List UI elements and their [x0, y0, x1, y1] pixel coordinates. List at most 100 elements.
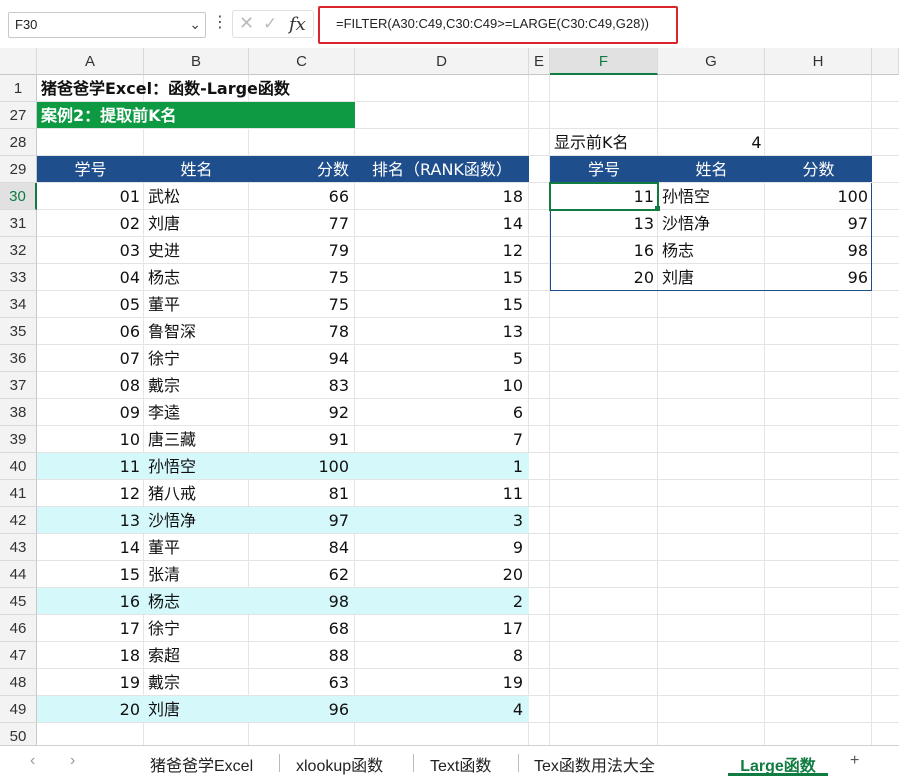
row-header[interactable]: 43 [0, 534, 37, 561]
cell-score[interactable]: 75 [249, 264, 355, 291]
add-sheet-icon[interactable]: + [850, 752, 859, 770]
cell-id[interactable]: 18 [37, 642, 144, 669]
cell-name[interactable]: 董平 [144, 291, 249, 318]
cell-score[interactable]: 77 [249, 210, 355, 237]
column-header-c[interactable]: C [249, 48, 355, 75]
column-header-a[interactable]: A [37, 48, 144, 75]
row-header[interactable]: 38 [0, 399, 37, 426]
row-header[interactable]: 41 [0, 480, 37, 507]
row-header[interactable]: 48 [0, 669, 37, 696]
cell-score[interactable]: 62 [249, 561, 355, 588]
active-sheet-tab[interactable]: Large函数 [728, 746, 828, 776]
k-value[interactable]: 4 [658, 129, 855, 156]
name-box[interactable]: F30 ⌄ [8, 12, 206, 38]
cell-id[interactable]: 14 [37, 534, 144, 561]
cell-id[interactable]: 11 [37, 453, 144, 480]
column-header-e[interactable]: E [529, 48, 550, 75]
row-header[interactable]: 47 [0, 642, 37, 669]
cell-id[interactable]: 19 [37, 669, 144, 696]
cell-id[interactable]: 12 [37, 480, 144, 507]
cell-score[interactable]: 81 [249, 480, 355, 507]
sheet-tab[interactable]: 猪爸爸学Excel [150, 752, 253, 776]
cell-score[interactable]: 100 [249, 453, 355, 480]
cell-name[interactable]: 猪八戒 [144, 480, 249, 507]
cell-name[interactable]: 杨志 [144, 588, 249, 615]
column-header-g[interactable]: G [658, 48, 765, 75]
row-header[interactable]: 44 [0, 561, 37, 588]
cell-rank[interactable]: 18 [355, 183, 529, 210]
cell-id[interactable]: 10 [37, 426, 144, 453]
row-header[interactable]: 27 [0, 102, 37, 129]
column-header-d[interactable]: D [355, 48, 529, 75]
cell-score[interactable]: 88 [249, 642, 355, 669]
cell-score[interactable]: 98 [249, 588, 355, 615]
cell-id[interactable]: 01 [37, 183, 144, 210]
cell-name[interactable]: 鲁智深 [144, 318, 249, 345]
column-header-f[interactable]: F [550, 48, 658, 75]
cell-name[interactable]: 索超 [144, 642, 249, 669]
cell-name[interactable]: 董平 [144, 534, 249, 561]
row-header[interactable]: 49 [0, 696, 37, 723]
cell-name[interactable]: 戴宗 [144, 669, 249, 696]
cell-name[interactable]: 张清 [144, 561, 249, 588]
sheet-tab[interactable]: Text函数 [430, 752, 491, 776]
cell-name[interactable]: 戴宗 [144, 372, 249, 399]
cell-name[interactable]: 徐宁 [144, 615, 249, 642]
cell-score[interactable]: 91 [249, 426, 355, 453]
cell-name[interactable]: 史进 [144, 237, 249, 264]
cell-score[interactable]: 75 [249, 291, 355, 318]
cell-score[interactable]: 66 [249, 183, 355, 210]
cell-rank[interactable]: 10 [355, 372, 529, 399]
cell-rank[interactable]: 12 [355, 237, 529, 264]
scroll-right-icon[interactable]: › [70, 752, 75, 770]
row-header[interactable]: 46 [0, 615, 37, 642]
cell-rank[interactable]: 8 [355, 642, 529, 669]
cell-name[interactable]: 沙悟净 [144, 507, 249, 534]
cell-score[interactable]: 94 [249, 345, 355, 372]
cell-id[interactable]: 09 [37, 399, 144, 426]
cell-name[interactable]: 刘唐 [144, 210, 249, 237]
cell-id[interactable]: 16 [37, 588, 144, 615]
more-options-icon[interactable]: ⋮ [212, 12, 228, 31]
cell-rank[interactable]: 11 [355, 480, 529, 507]
cell-name[interactable]: 武松 [144, 183, 249, 210]
cell-score[interactable]: 97 [249, 507, 355, 534]
cell-rank[interactable]: 7 [355, 426, 529, 453]
cell-rank[interactable]: 2 [355, 588, 529, 615]
column-header-b[interactable]: B [144, 48, 249, 75]
cell-score[interactable]: 79 [249, 237, 355, 264]
cell-rank[interactable]: 1 [355, 453, 529, 480]
cell-score[interactable]: 96 [249, 696, 355, 723]
cell-score[interactable]: 84 [249, 534, 355, 561]
formula-input[interactable]: =FILTER(A30:C49,C30:C49>=LARGE(C30:C49,G… [318, 6, 678, 44]
sheet-tab[interactable]: xlookup函数 [296, 752, 383, 776]
cell-rank[interactable]: 5 [355, 345, 529, 372]
cell-id[interactable]: 20 [37, 696, 144, 723]
row-header[interactable]: 40 [0, 453, 37, 480]
cell-score[interactable]: 92 [249, 399, 355, 426]
cell-id[interactable]: 17 [37, 615, 144, 642]
cell-rank[interactable]: 17 [355, 615, 529, 642]
cell-rank[interactable]: 4 [355, 696, 529, 723]
cell-name[interactable]: 唐三藏 [144, 426, 249, 453]
row-header[interactable]: 33 [0, 264, 37, 291]
row-header[interactable]: 30 [0, 183, 37, 210]
cell-score[interactable]: 83 [249, 372, 355, 399]
cell-id[interactable]: 15 [37, 561, 144, 588]
cell-name[interactable]: 刘唐 [144, 696, 249, 723]
cell-score[interactable]: 78 [249, 318, 355, 345]
select-all-corner[interactable] [0, 48, 37, 75]
row-header[interactable]: 45 [0, 588, 37, 615]
cell-score[interactable]: 68 [249, 615, 355, 642]
cell-name[interactable]: 徐宁 [144, 345, 249, 372]
cell-id[interactable]: 05 [37, 291, 144, 318]
cell-rank[interactable]: 15 [355, 264, 529, 291]
sheet-tab[interactable]: Tex函数用法大全 [534, 752, 714, 776]
cell-score[interactable]: 63 [249, 669, 355, 696]
cell-rank[interactable]: 14 [355, 210, 529, 237]
row-header[interactable]: 29 [0, 156, 37, 183]
cell-id[interactable]: 13 [37, 507, 144, 534]
row-header[interactable]: 42 [0, 507, 37, 534]
cell-id[interactable]: 06 [37, 318, 144, 345]
cell-name[interactable]: 杨志 [144, 264, 249, 291]
